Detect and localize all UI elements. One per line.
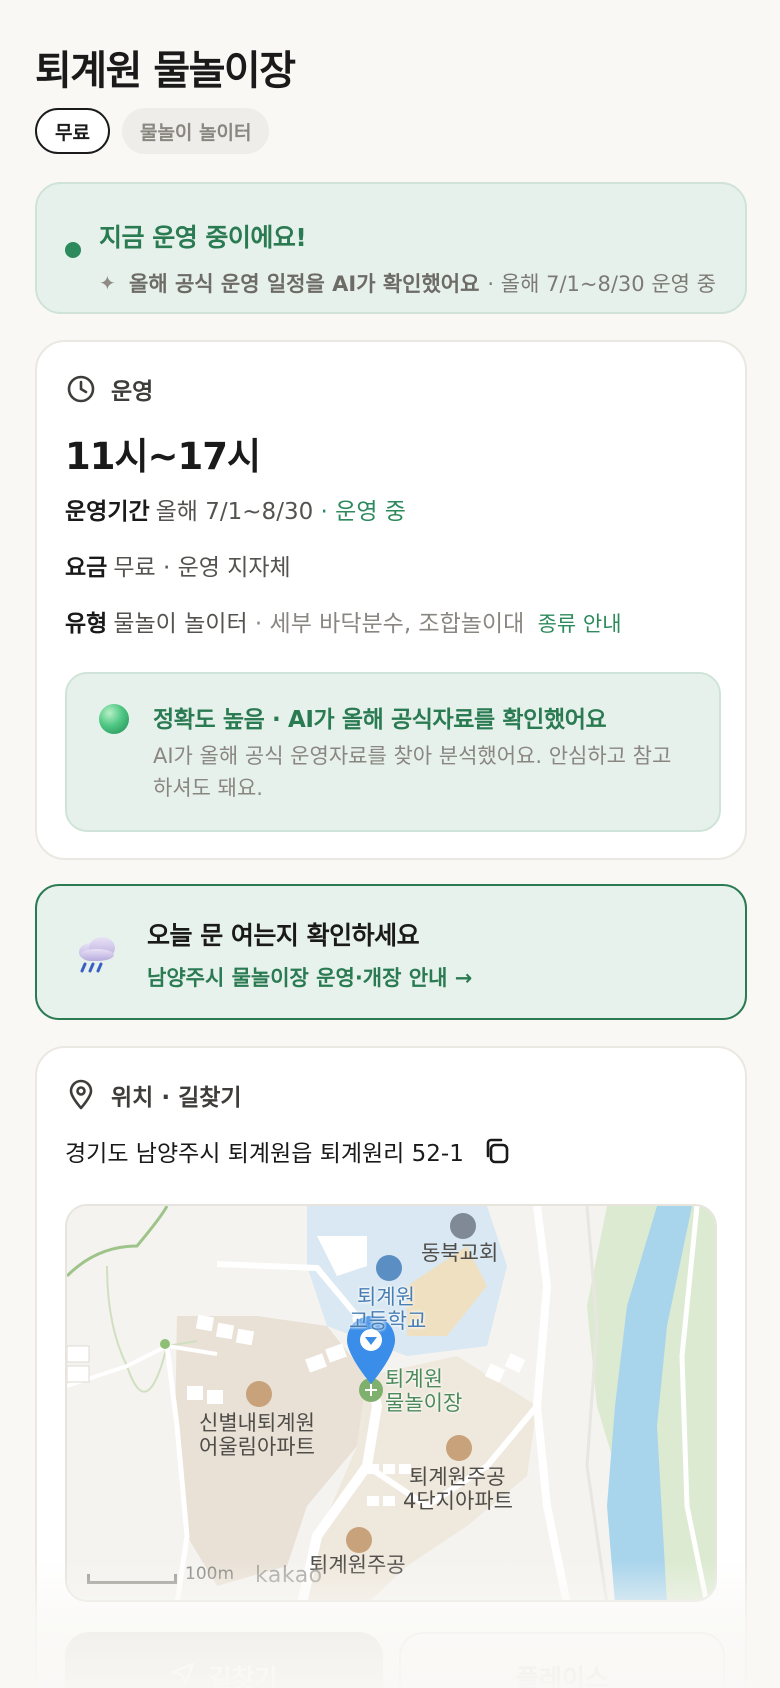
clock-icon [65, 373, 97, 405]
map-label-apt1-2: 어울림아파트 [199, 1435, 315, 1459]
sparkle-icon: ✦ [99, 271, 116, 295]
navigation-icon [170, 1661, 196, 1688]
copy-icon[interactable] [482, 1136, 512, 1166]
map-label-apt2-2: 4단지아파트 [403, 1489, 513, 1513]
period-status: · 운영 중 [320, 499, 406, 525]
operation-label: 운영 [111, 379, 154, 405]
type-detail: · 세부 바닥분수, 조합놀이대 [254, 611, 525, 637]
accuracy-body: AI가 올해 공식 운영자료를 찾아 분석했어요. 안심하고 참고하셔도 돼요. [153, 744, 672, 800]
open-check-notice[interactable]: 오늘 문 여는지 확인하세요 남양주시 물놀이장 운영·개장 안내 → [35, 884, 747, 1020]
ai-verified-text: 올해 공식 운영 일정을 AI가 확인했어요 [129, 272, 480, 296]
location-actions: 길찾기 플레이스 [65, 1632, 725, 1688]
route-button-label: 길찾기 [208, 1664, 278, 1688]
open-status-dot [65, 242, 81, 258]
type-guide-link[interactable]: 종류 안내 [538, 612, 622, 636]
fee-value: 무료 · 운영 지자체 [113, 555, 291, 581]
price-chip[interactable]: 무료 [35, 108, 110, 154]
operation-card: 운영 11시~17시 운영기간 올해 7/1~8/30 · 운영 중 요금 무료 ·… [35, 340, 747, 860]
tag-chips: 무료 물놀이 놀이터 [35, 108, 270, 154]
type-row: 유형 물놀이 놀이터 · 세부 바닥분수, 조합놀이대 종류 안내 [65, 604, 622, 638]
map-scale-text: 100m [185, 1564, 235, 1584]
map-label-apt1-1: 신별내퇴계원 [199, 1411, 315, 1435]
route-button[interactable]: 길찾기 [65, 1632, 383, 1688]
notice-title: 오늘 문 여는지 확인하세요 [147, 921, 420, 950]
map-label-school-2: 고등학교 [349, 1309, 427, 1333]
map-provider-logo: kakao [255, 1563, 323, 1588]
accuracy-orb-icon [99, 704, 129, 734]
map-scale: 100m [87, 1564, 234, 1584]
type-value: 물놀이 놀이터 [113, 611, 248, 637]
map-label-church: 동북교회 [421, 1241, 499, 1265]
open-status-card: 지금 운영 중이에요! ✦ 올해 공식 운영 일정을 AI가 확인했어요 · 올… [35, 182, 747, 314]
place-button[interactable]: 플레이스 [399, 1632, 725, 1688]
address-text: 경기도 남양주시 퇴계원읍 퇴계원리 52-1 [65, 1141, 464, 1167]
period-row: 운영기간 올해 7/1~8/30 · 운영 중 [65, 492, 406, 526]
accuracy-box: 정확도 높음 · AI가 올해 공식자료를 확인했어요 AI가 올해 공식 운영… [65, 672, 721, 832]
location-header: 위치 · 길찾기 [65, 1078, 242, 1112]
notice-link[interactable]: 남양주시 물놀이장 운영·개장 안내 → [147, 962, 472, 992]
map-label-apt3: 퇴계원주공 [309, 1553, 406, 1577]
operation-header: 운영 [65, 372, 153, 406]
address-row: 경기도 남양주시 퇴계원읍 퇴계원리 52-1 [65, 1134, 512, 1168]
open-status-title: 지금 운영 중이에요! [99, 223, 307, 252]
map-label-target-1: 퇴계원 [385, 1367, 443, 1391]
location-card: 위치 · 길찾기 경기도 남양주시 퇴계원읍 퇴계원리 52-1 동북교회 퇴계… [35, 1046, 747, 1688]
type-chip[interactable]: 물놀이 놀이터 [121, 108, 270, 154]
map-scale-bar [87, 1574, 177, 1584]
location-label: 위치 · 길찾기 [111, 1085, 242, 1111]
fee-label: 요금 [65, 555, 108, 581]
pin-icon [65, 1079, 97, 1111]
rain-cloud-icon [75, 934, 119, 974]
map-label-school-1: 퇴계원 [357, 1285, 415, 1309]
type-label: 유형 [65, 611, 108, 637]
place-button-label: 플레이스 [515, 1664, 608, 1688]
operating-hours: 11시~17시 [65, 435, 261, 478]
season-text: · 올해 7/1~8/30 운영 중 [487, 272, 716, 296]
period-label: 운영기간 [65, 499, 150, 525]
period-value: 올해 7/1~8/30 [155, 499, 314, 525]
open-status-subtitle: ✦ 올해 공식 운영 일정을 AI가 확인했어요 · 올해 7/1~8/30 운… [99, 268, 716, 298]
map-label-target-2: 물놀이장 [385, 1391, 463, 1415]
map-label-apt2-1: 퇴계원주공 [409, 1465, 506, 1489]
fee-row: 요금 무료 · 운영 지자체 [65, 548, 291, 582]
accuracy-title: 정확도 높음 · AI가 올해 공식자료를 확인했어요 [153, 707, 607, 733]
location-map[interactable]: 동북교회 퇴계원 고등학교 퇴계원 물놀이장 신별내퇴계원 어울림아파트 퇴계원… [65, 1204, 717, 1602]
page-title: 퇴계원 물놀이장 [35, 48, 296, 94]
